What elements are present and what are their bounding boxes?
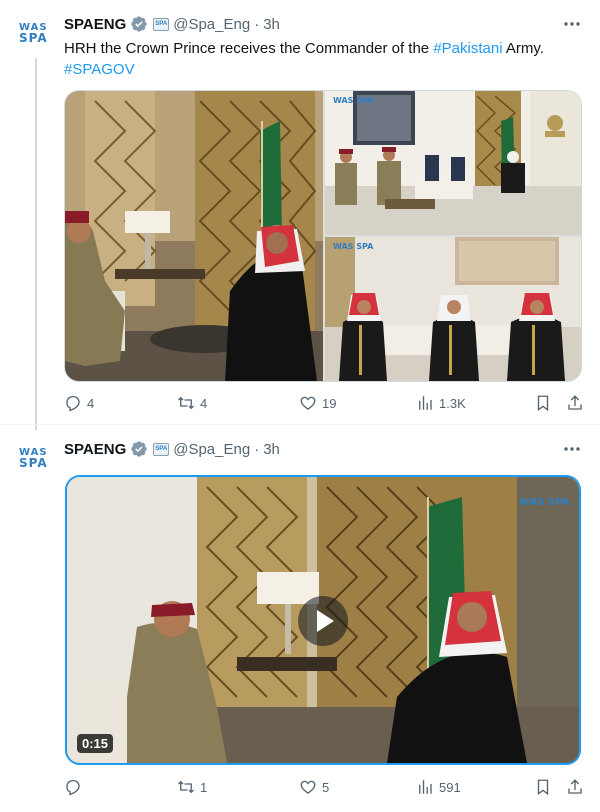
retweet-button[interactable]: 4 <box>177 394 207 412</box>
heart-icon <box>300 396 316 410</box>
reply-button[interactable]: 4 <box>64 394 94 412</box>
video-watermark: WAS SPA <box>519 497 570 508</box>
retweet-count: 1 <box>200 779 208 795</box>
reply-count: 4 <box>87 395 95 411</box>
share-button[interactable] <box>566 394 589 412</box>
views-chart-icon <box>419 396 432 410</box>
bookmark-icon <box>537 395 549 412</box>
affiliation-badge-icon[interactable]: SPA <box>153 17 170 31</box>
share-icon <box>568 395 582 410</box>
retweet-button[interactable]: 1 <box>177 778 207 796</box>
photo-watermark: WAS SPA <box>333 96 374 105</box>
like-button[interactable]: 19 <box>299 394 336 412</box>
hashtag-link[interactable]: #Pakistani <box>433 40 502 57</box>
bookmark-button[interactable] <box>534 778 557 796</box>
display-name[interactable]: SPAENG <box>64 16 126 33</box>
video-duration: 0:15 <box>77 734 114 753</box>
photo-2[interactable]: WAS SPA <box>325 91 581 235</box>
avatar[interactable]: WAS SPA <box>19 447 53 475</box>
share-button[interactable] <box>566 778 589 796</box>
handle[interactable]: @Spa_Eng <box>173 441 250 458</box>
share-icon <box>568 779 582 794</box>
separator: · <box>254 440 260 458</box>
separator: · <box>254 15 260 33</box>
bookmark-button[interactable] <box>534 394 557 412</box>
reply-button[interactable] <box>64 778 87 796</box>
avatar[interactable]: WAS SPA <box>19 22 53 50</box>
affiliation-badge-icon[interactable]: SPA <box>153 442 170 456</box>
avatar-logo-bottom: SPA <box>19 456 48 470</box>
like-count: 19 <box>322 395 337 411</box>
timestamp[interactable]: 3h <box>263 441 280 458</box>
tweet-text-part: HRH the Crown Prince receives the Comman… <box>64 40 434 57</box>
view-count: 1.3K <box>439 395 466 411</box>
tweet-text: HRH the Crown Prince receives the Comman… <box>64 38 574 80</box>
tweet[interactable]: WAS SPA SPAENG SPA @Spa_Eng · 3h WAS SPA… <box>0 425 600 812</box>
timestamp[interactable]: 3h <box>263 16 280 33</box>
photo-3[interactable]: WAS SPA <box>325 237 581 381</box>
photo-watermark: WAS SPA <box>333 242 374 251</box>
photo-grid: WAS SPA WAS SPA <box>64 90 582 382</box>
photo-1[interactable] <box>65 91 323 381</box>
tweet-header: SPAENG SPA @Spa_Eng · 3h <box>64 13 280 35</box>
bookmark-icon <box>537 779 549 796</box>
reply-icon <box>66 395 80 412</box>
more-dots-icon[interactable] <box>562 439 582 459</box>
handle[interactable]: @Spa_Eng <box>173 16 250 33</box>
more-dots-icon[interactable] <box>562 14 582 34</box>
views-button[interactable]: 1.3K <box>416 394 466 412</box>
retweet-icon <box>178 780 194 794</box>
reply-icon <box>66 779 80 796</box>
tweet-text-part: Army. <box>502 40 544 57</box>
display-name[interactable]: SPAENG <box>64 441 126 458</box>
hashtag-link[interactable]: #SPAGOV <box>64 61 135 78</box>
action-bar: 1 5 591 <box>64 778 584 800</box>
heart-icon <box>300 780 316 794</box>
like-count: 5 <box>322 779 330 795</box>
verified-badge-icon <box>130 15 148 33</box>
tweet-header: SPAENG SPA @Spa_Eng · 3h <box>64 438 280 460</box>
thread-line <box>35 58 37 430</box>
views-button[interactable]: 591 <box>416 778 461 796</box>
retweet-icon <box>178 396 194 410</box>
verified-badge-icon <box>130 440 148 458</box>
views-chart-icon <box>419 780 432 794</box>
video-player[interactable]: WAS SPA 0:15 <box>65 475 581 765</box>
like-button[interactable]: 5 <box>299 778 329 796</box>
play-icon[interactable] <box>298 596 348 646</box>
tweet[interactable]: WAS SPA SPAENG SPA @Spa_Eng · 3h HRH the… <box>0 0 600 430</box>
action-bar: 4 4 19 1.3K <box>64 394 584 416</box>
avatar-logo-bottom: SPA <box>19 31 48 45</box>
view-count: 591 <box>439 779 461 795</box>
retweet-count: 4 <box>200 395 208 411</box>
